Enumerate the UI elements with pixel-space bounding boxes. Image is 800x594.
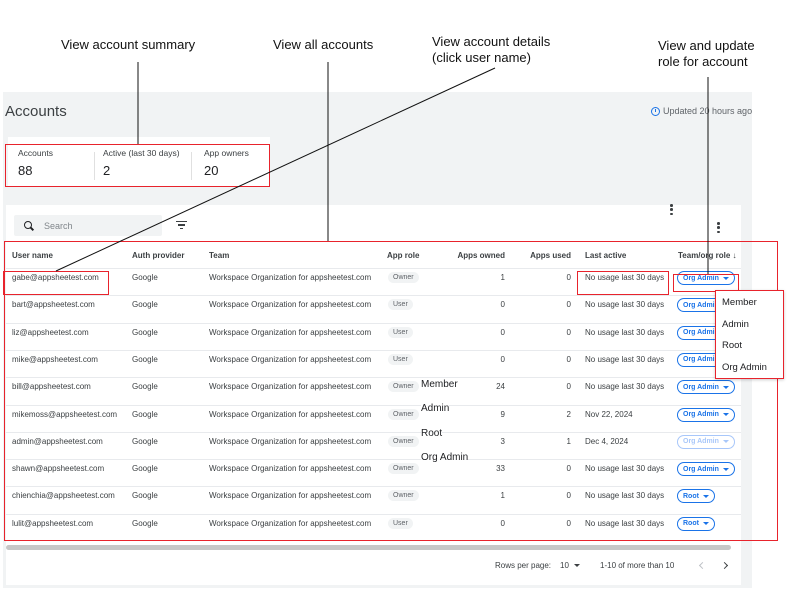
more-vert-icon[interactable] xyxy=(717,222,720,233)
updated-status: Updated 20 hours ago xyxy=(651,106,752,116)
username-highlight-box xyxy=(3,271,109,295)
floating-role-root: Root xyxy=(421,428,443,439)
search-icon xyxy=(24,220,34,231)
clock-icon xyxy=(651,106,660,116)
pagination-range: 1-10 of more than 10 xyxy=(600,561,675,570)
search-field[interactable]: Search xyxy=(14,215,162,236)
callout-summary: View account summary xyxy=(61,37,196,52)
floating-role-member: Member xyxy=(421,379,458,390)
callout-role: View and update role for account xyxy=(658,38,755,69)
floating-role-admin: Admin xyxy=(421,403,450,414)
screenshot-root: Accounts Updated 20 hours ago Accounts 8… xyxy=(0,0,800,594)
last-active-highlight-box xyxy=(577,271,669,295)
horizontal-scrollbar[interactable] xyxy=(6,545,731,550)
page-title: Accounts xyxy=(5,103,67,120)
role-menu-item-admin[interactable]: Admin xyxy=(722,319,749,330)
more-vert-icon[interactable] xyxy=(670,204,673,215)
rows-per-page-value: 10 xyxy=(560,561,569,570)
floating-role-org-admin: Org Admin xyxy=(421,452,469,463)
caret-down-icon xyxy=(573,564,580,567)
callout-details: View account details (click user name) xyxy=(432,34,551,65)
role-menu-item-root[interactable]: Root xyxy=(722,340,742,351)
rows-per-page-select[interactable]: 10 xyxy=(560,561,580,570)
summary-highlight-box xyxy=(5,144,270,187)
rows-per-page-label: Rows per page: xyxy=(495,561,552,570)
updated-text: Updated 20 hours ago xyxy=(663,106,753,116)
role-menu-item-member[interactable]: Member xyxy=(722,297,757,308)
filter-icon[interactable] xyxy=(176,221,187,230)
role-dropdown-menu: Member Admin Root Org Admin xyxy=(715,290,784,379)
search-placeholder[interactable]: Search xyxy=(44,221,73,231)
role-menu-item-org-admin[interactable]: Org Admin xyxy=(722,362,767,373)
callout-all-accounts: View all accounts xyxy=(273,37,374,52)
